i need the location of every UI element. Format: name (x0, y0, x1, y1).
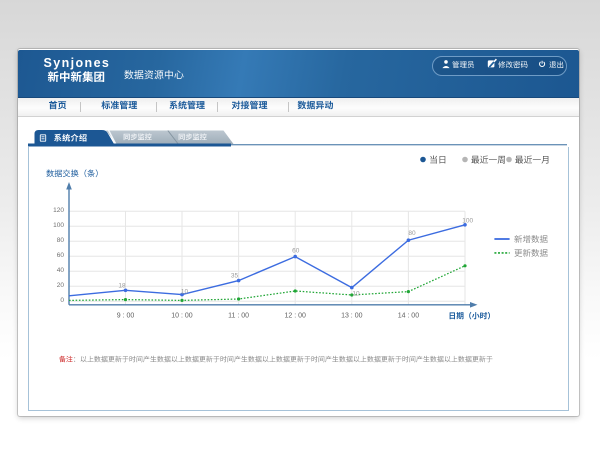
svg-text:100: 100 (462, 217, 473, 224)
svg-text:100: 100 (53, 222, 64, 229)
svg-text:35: 35 (231, 273, 239, 280)
svg-text:60: 60 (292, 247, 300, 254)
svg-text:40: 40 (57, 267, 65, 274)
svg-text:20: 20 (57, 282, 65, 289)
svg-text:0: 0 (60, 297, 64, 304)
svg-text:10: 10 (352, 291, 360, 298)
svg-text:80: 80 (408, 230, 416, 237)
svg-text:60: 60 (57, 252, 65, 259)
svg-text:10: 10 (181, 288, 189, 295)
svg-text:13 : 00: 13 : 00 (341, 313, 363, 320)
svg-text:10 : 00: 10 : 00 (171, 313, 193, 320)
svg-text:120: 120 (53, 207, 64, 214)
svg-text:11 : 00: 11 : 00 (228, 313, 249, 320)
svg-text:14 : 00: 14 : 00 (398, 313, 420, 320)
svg-text:80: 80 (57, 237, 65, 244)
svg-text:18: 18 (118, 283, 126, 290)
svg-text:12 : 00: 12 : 00 (284, 313, 306, 320)
svg-text:9 : 00: 9 : 00 (117, 313, 135, 320)
